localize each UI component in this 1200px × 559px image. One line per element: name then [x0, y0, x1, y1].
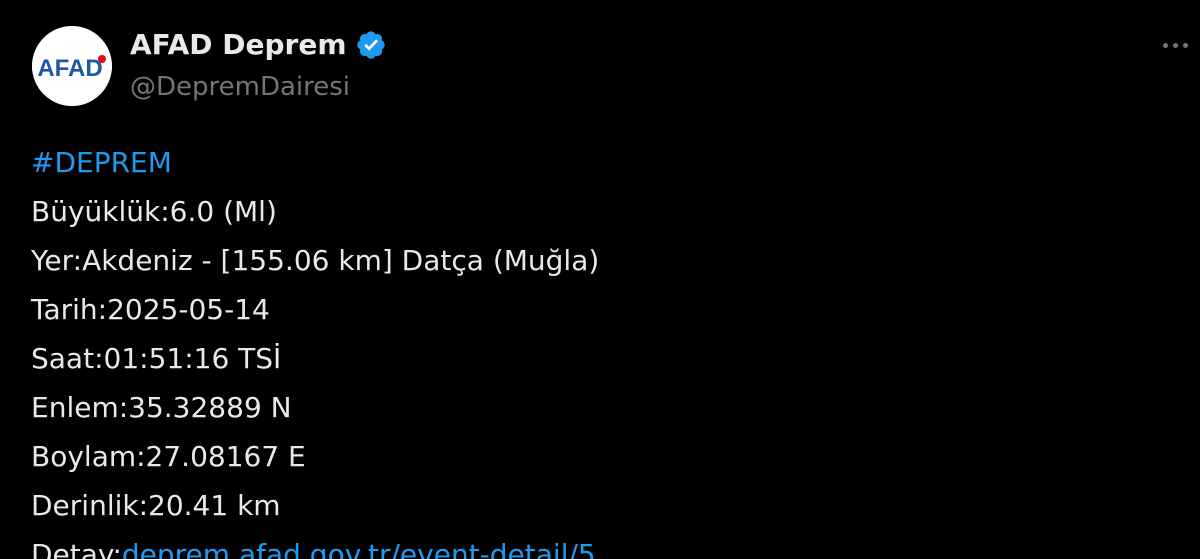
tweet-text: #DEPREM Büyüklük:6.0 (Ml) Yer:Akdeniz - … [31, 138, 599, 559]
author-handle[interactable]: @DepremDairesi [130, 69, 350, 105]
location-line: Yer:Akdeniz - [155.06 km] Datça (Muğla) [31, 244, 600, 277]
magnitude-line: Büyüklük:6.0 (Ml) [31, 195, 277, 228]
more-dot [1162, 42, 1168, 48]
depth-line: Derinlik:20.41 km [31, 489, 281, 522]
author-name-row[interactable]: AFAD Deprem [130, 27, 387, 63]
hashtag-link[interactable]: #DEPREM [31, 138, 599, 187]
afad-logo-icon: AFAD [32, 26, 112, 106]
more-dot [1182, 42, 1188, 48]
date-line: Tarih:2025-05-14 [31, 293, 270, 326]
avatar-logo-text: AFAD [37, 55, 102, 82]
verified-badge-icon[interactable] [355, 29, 387, 61]
time-line: Saat:01:51:16 TSİ [31, 342, 282, 375]
detail-line: Detay:deprem.afad.gov.tr/event-detail/5 [31, 530, 599, 559]
longitude-line: Boylam:27.08167 E [31, 440, 306, 473]
more-dot [1172, 42, 1178, 48]
detail-link[interactable]: deprem.afad.gov.tr/event-detail/5 [122, 538, 596, 559]
detail-label: Detay: [31, 538, 122, 559]
latitude-line: Enlem:35.32889 N [31, 391, 292, 424]
more-options-icon[interactable] [1155, 30, 1195, 60]
avatar[interactable]: AFAD [32, 26, 112, 106]
tweet: AFAD AFAD Deprem @DepremDairesi #DEPREM … [0, 0, 1200, 559]
author-display-name[interactable]: AFAD Deprem [130, 27, 347, 63]
